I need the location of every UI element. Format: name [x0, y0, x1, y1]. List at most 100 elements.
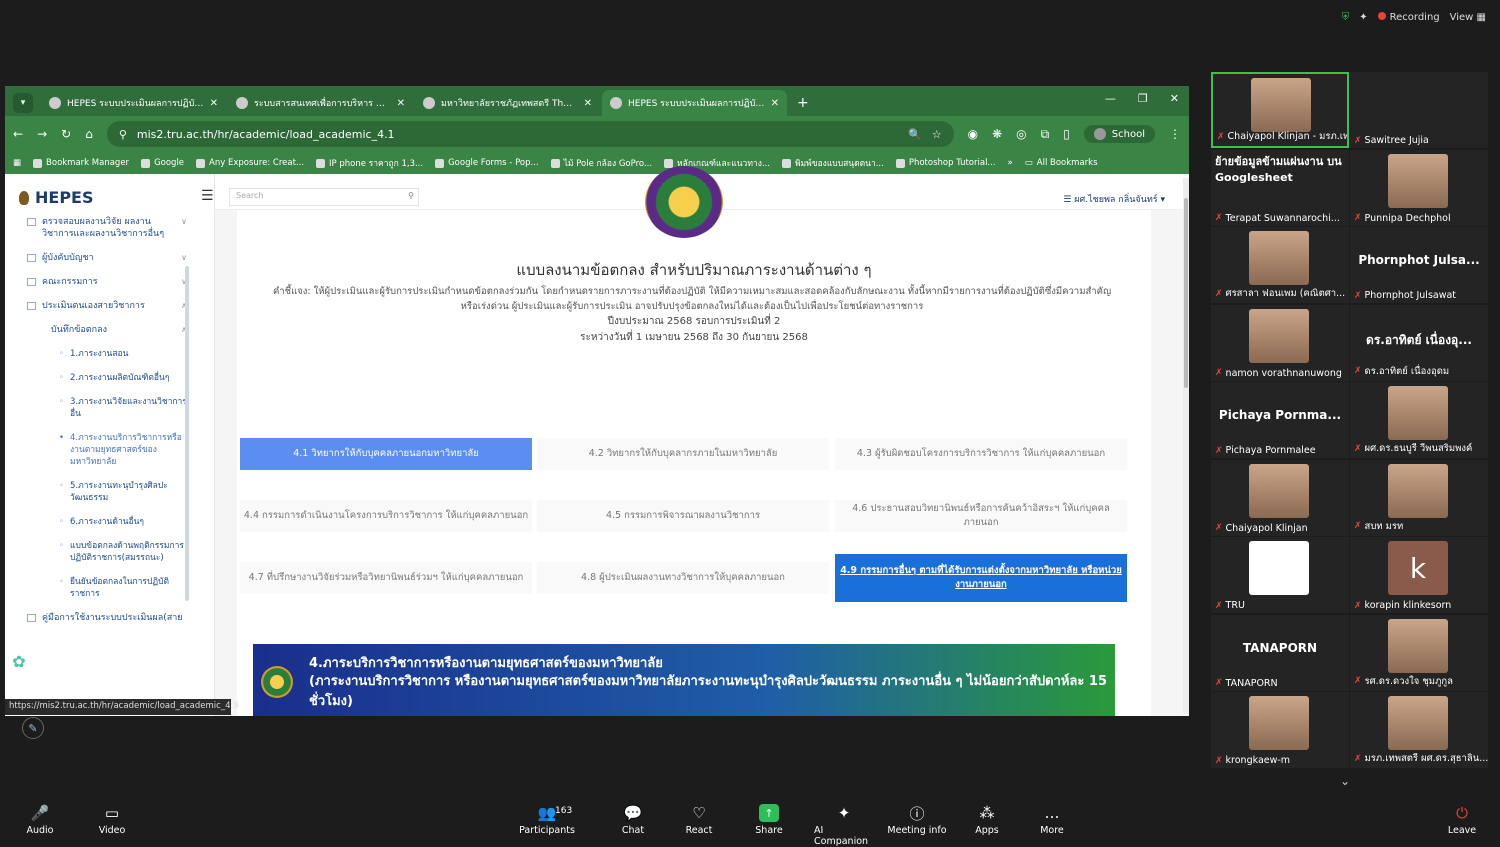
sidebar-item-2[interactable]: คณะกรรมการ∨: [27, 276, 187, 288]
participant-tile[interactable]: ✗Chaiyapol Klinjan - มรภ.เทพ...: [1211, 72, 1349, 148]
forward-icon[interactable]: →: [37, 127, 47, 141]
sidebar-item-6[interactable]: ◦ 2.ภาระงานผลิตบัณฑิตอื่นๆ: [27, 372, 187, 384]
participant-tile[interactable]: ✗ Sawitree Jujia: [1350, 72, 1488, 148]
participant-tile[interactable]: ✗ krongkaew-m: [1211, 692, 1349, 768]
assistant-icon[interactable]: ✿: [8, 650, 30, 672]
option-6[interactable]: 4.6 ประธานสอบวิทยานิพนธ์หรือการค้นคว้าอิ…: [835, 500, 1127, 532]
participant-tile[interactable]: ✗ TRU: [1211, 537, 1349, 613]
page-scrollbar[interactable]: [1183, 178, 1189, 714]
sidebar-item-3[interactable]: ประเมินตนเองสายวิชาการ∧: [27, 300, 187, 312]
bookmark-8[interactable]: Photoshop Tutorial...: [895, 156, 996, 170]
option-9[interactable]: 4.9 กรรมการอื่นๆ ตามที่ได้รับการแต่งตั้ง…: [835, 554, 1127, 602]
site-info-icon[interactable]: ⚲: [119, 128, 127, 141]
sidebar-item-7[interactable]: ◦ 3.ภาระงานวิจัยและงานวิชาการอื่น: [27, 396, 187, 420]
close-tab-icon[interactable]: ✕: [210, 98, 218, 109]
sidebar-item-4[interactable]: บันทึกข้อตกลง∧: [27, 324, 187, 336]
bookmark-7[interactable]: พิมพ์ของแบบสนุดตนา...: [781, 156, 884, 170]
participant-tile[interactable]: ✗ Punnipa Dechphol: [1350, 149, 1488, 226]
sidebar-scrollbar[interactable]: [185, 266, 189, 601]
close-tab-icon[interactable]: ✕: [397, 98, 405, 109]
participant-tile[interactable]: ✗ มรภ.เทพสตรี ผศ.ดร.สุธาลิน...: [1350, 692, 1488, 768]
scroll-thumb[interactable]: [1184, 198, 1188, 388]
meeting-info-button[interactable]: ⓘ Meeting info: [887, 804, 947, 837]
restore-icon[interactable]: ❐: [1138, 92, 1148, 105]
back-icon[interactable]: ←: [13, 127, 23, 141]
chat-button[interactable]: 💬 Chat: [603, 804, 663, 836]
hamburger-icon[interactable]: ☰: [201, 188, 214, 204]
participant-tile[interactable]: Phornphot Julsa... ✗ Phornphot Julsawat: [1350, 227, 1488, 303]
search-icon[interactable]: ⚲: [408, 191, 414, 200]
option-2[interactable]: 4.2 วิทยากรให้กับบุคลากรภายในมหาวิทยาลัย: [537, 438, 829, 470]
tab-menu-icon[interactable]: ▾: [13, 93, 33, 113]
view-button[interactable]: View ▦: [1450, 12, 1486, 23]
sidebar-item-10[interactable]: ◦ 6.ภาระงานด้านอื่นๆ: [27, 516, 187, 528]
extension-icon-3[interactable]: ◎: [1016, 127, 1026, 141]
leave-button[interactable]: ⏻ Leave: [1432, 804, 1492, 836]
sidebar-item-12[interactable]: ◦ ยืนยันข้อตกลงในการปฏิบัติราชการ: [27, 576, 187, 600]
participant-tile[interactable]: k ✗ korapin klinkesorn: [1350, 537, 1488, 613]
user-menu[interactable]: ☰ ผศ.ไชยพล กลิ่นจันทร์ ▾: [1063, 192, 1165, 206]
share-button[interactable]: ↑ Share: [739, 804, 799, 836]
ai-companion-button[interactable]: ✦ AI Companion: [814, 804, 874, 847]
tab-3[interactable]: HEPES ระบบประเมินผลการปฏิบัติงาน ✕: [602, 90, 787, 116]
sidebar-item-0[interactable]: ตรวจสอบผลงานวิจัย ผลงานวิชาการและผลงานวิ…: [27, 216, 187, 240]
profile-button[interactable]: School: [1083, 125, 1155, 143]
sidebar-item-11[interactable]: ◦ แบบข้อตกลงด้านพฤติกรรมการปฏิบัติราชการ(…: [27, 540, 187, 564]
react-button[interactable]: ♡ React: [669, 804, 729, 836]
participant-tile[interactable]: ดร.อาทิตย์ เนื่องอุ... ✗ ดร.อาทิตย์ เนื่อง…: [1350, 304, 1488, 381]
close-window-icon[interactable]: ✕: [1170, 92, 1179, 105]
participant-tile[interactable]: ✗ namon vorathnanuwong: [1211, 304, 1349, 381]
tab-0[interactable]: HEPES ระบบประเมินผลการปฏิบัติงาน ✕: [41, 90, 226, 116]
participant-tile[interactable]: ✗ Chaiyapol Klinjan: [1211, 459, 1349, 536]
bookmark-4[interactable]: Google Forms - Pop...: [435, 156, 539, 170]
extension-icon-2[interactable]: ❋: [992, 127, 1002, 141]
participant-tile[interactable]: TANAPORN ✗ TANAPORN: [1211, 614, 1349, 691]
option-3[interactable]: 4.3 ผู้รับผิดชอบโครงการบริการวิชาการ ให้…: [835, 438, 1127, 470]
chevron-icon[interactable]: ∨: [181, 252, 187, 264]
bookmark-3[interactable]: IP phone ราคาถูก 1,3...: [316, 156, 423, 170]
participant-tile[interactable]: ✗ รศ.ดร.ดวงใจ ชุมภูกูล: [1350, 614, 1488, 691]
bookmark-0[interactable]: Bookmark Manager: [33, 156, 129, 170]
extensions-puzzle-icon[interactable]: ⧉: [1041, 127, 1050, 142]
sidebar-item-8[interactable]: • 4.ภาระงานบริการวิชาการหรืองานตามยุทธศาส…: [27, 432, 187, 468]
bookmarks-overflow-icon[interactable]: »: [1008, 158, 1013, 168]
url-field[interactable]: ⚲ mis2.tru.ac.th/hr/academic/load_academ…: [106, 121, 954, 147]
option-4[interactable]: 4.4 กรรมการดำเนินงานโครงการบริการวิชาการ…: [240, 500, 532, 532]
new-tab-button[interactable]: +: [797, 95, 809, 111]
recording-indicator[interactable]: Recording: [1377, 12, 1440, 23]
tab-1[interactable]: ระบบสารสนเทศเพื่อการบริหาร MIST ✕: [228, 90, 413, 116]
close-tab-icon[interactable]: ✕: [771, 98, 779, 109]
sidepanel-icon[interactable]: ▯: [1063, 127, 1070, 141]
chevron-icon[interactable]: ∨: [181, 216, 187, 228]
sidebar-item-5[interactable]: ◦ 1.ภาระงานสอน: [27, 348, 187, 360]
edit-pencil-icon[interactable]: ✎: [22, 717, 44, 739]
participant-tile[interactable]: Pichaya Pornma... ✗ Pichaya Pornmalee: [1211, 382, 1349, 458]
reload-icon[interactable]: ↻: [61, 127, 71, 141]
bookmark-1[interactable]: Google: [141, 156, 184, 170]
option-7[interactable]: 4.7 ที่ปรึกษางานวิจัยร่วมหรือวิทยานิพนธ์…: [240, 562, 532, 594]
option-8[interactable]: 4.8 ผู้ประเมินผลงานทางวิชาการให้บุคคลภาย…: [537, 562, 829, 594]
extension-icon[interactable]: ◉: [968, 127, 978, 141]
sidebar-item-1[interactable]: ผู้บังคับบัญชา ∨: [27, 252, 187, 264]
star-icon[interactable]: ☆: [932, 128, 942, 141]
all-bookmarks[interactable]: ▭ All Bookmarks: [1025, 158, 1098, 168]
bookmark-2[interactable]: Any Exposure: Creat...: [196, 156, 304, 170]
bookmark-5[interactable]: ไม้ Pole กล้อง GoPro...: [550, 156, 652, 170]
option-1[interactable]: 4.1 วิทยากรให้กับบุคคลภายนอกมหาวิทยาลัย: [240, 438, 532, 470]
home-icon[interactable]: ⌂: [85, 127, 93, 141]
sidebar-item-9[interactable]: ◦ 5.ภาระงานทะนุบำรุงศิลปะวัฒนธรรม: [27, 480, 187, 504]
gallery-down-chevron-icon[interactable]: ⌄: [1340, 774, 1350, 788]
video-button[interactable]: ▭ Video: [82, 804, 142, 836]
browser-menu-icon[interactable]: ⋮: [1169, 127, 1181, 141]
apps-grid-icon[interactable]: ▦: [13, 158, 21, 168]
participant-tile[interactable]: ย้ายข้อมูลข้ามแผ่นงาน บน Googlesheet ✗ Ter…: [1211, 149, 1349, 226]
apps-button[interactable]: ⁂ Apps: [957, 804, 1017, 836]
app-logo[interactable]: HEPES: [19, 188, 94, 207]
participant-tile[interactable]: ✗ สบท มรท: [1350, 459, 1488, 536]
tab-2[interactable]: มหาวิทยาลัยราชภัฏเทพสตรี Thepsatri ✕: [415, 90, 600, 116]
participant-tile[interactable]: ✗ ศรสาลา ฟอนเพม (คณิตศา...: [1211, 227, 1349, 303]
close-tab-icon[interactable]: ✕: [584, 98, 592, 109]
minimize-icon[interactable]: —: [1105, 92, 1116, 105]
zoom-lens-icon[interactable]: 🔍: [908, 128, 922, 141]
sidebar-item-13[interactable]: คู่มือการใช้งานระบบประเมินผล(สาย: [27, 612, 187, 624]
